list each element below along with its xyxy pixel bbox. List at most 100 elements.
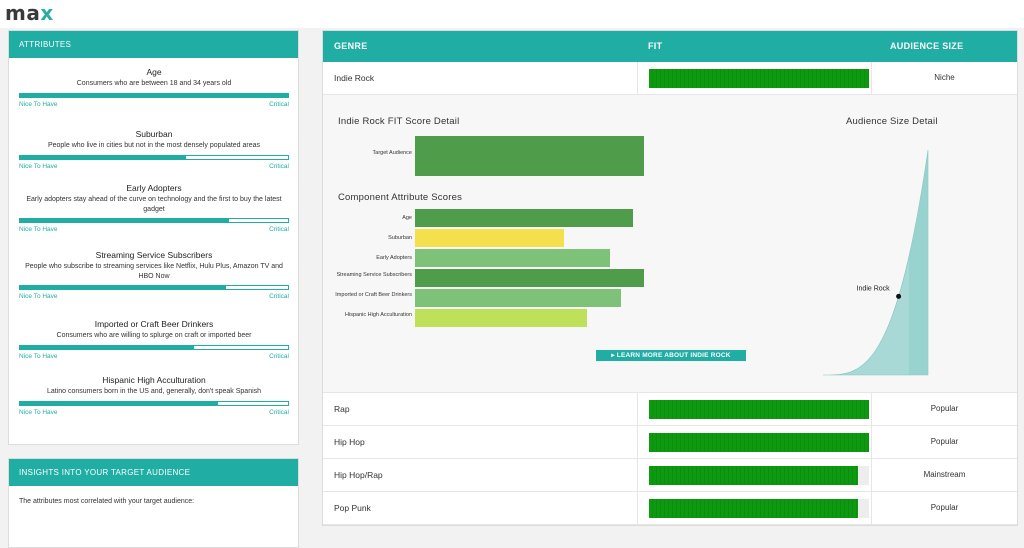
fit-column-header[interactable]: FIT — [648, 41, 662, 51]
bar-label: Imported or Craft Beer Drinkers — [335, 292, 412, 298]
attribute-title: Early Adopters — [126, 183, 182, 193]
attribute-description: People who live in cities but not in the… — [47, 142, 261, 149]
attribute-description: Consumers who are between 18 and 34 year… — [76, 80, 232, 87]
genre-name: Hip Hop — [334, 437, 365, 447]
attribute-description: Consumers who are willing to splurge on … — [56, 332, 252, 339]
component-scores-title: Component Attribute Scores — [338, 192, 463, 203]
genre-detail-panel: Indie Rock FIT Score Detail Component At… — [323, 95, 1017, 393]
importance-slider[interactable] — [19, 154, 289, 160]
audience-size-chart: Indie Rock — [823, 149, 929, 376]
audience-size: Popular — [930, 404, 959, 413]
bar-label: Suburban — [388, 235, 412, 241]
left-column: ATTRIBUTES Age Consumers who are between … — [8, 30, 299, 548]
attribute-item: Streaming Service Subscribers People who … — [19, 250, 289, 300]
fit-bar-fill — [649, 69, 869, 88]
fit-cell — [637, 393, 872, 425]
attributes-panel: ATTRIBUTES Age Consumers who are between … — [8, 30, 299, 445]
nice-to-have-label: Nice To Have — [19, 100, 58, 108]
fit-bar — [649, 400, 869, 419]
fit-bar-fill — [649, 466, 858, 485]
bar[interactable] — [415, 269, 644, 287]
logo-text: ma — [5, 1, 41, 25]
table-row[interactable]: Rap Popular — [323, 393, 1017, 426]
importance-slider[interactable] — [19, 92, 289, 98]
bar-label: Target Audience — [372, 150, 412, 156]
slider-labels: Nice To Have Critical — [19, 101, 289, 108]
genre-table: GENRE FIT AUDIENCE SIZE Indie Rock Niche… — [322, 30, 1018, 526]
attributes-panel-title: ATTRIBUTES — [9, 31, 298, 58]
table-row[interactable]: Hip Hop Popular — [323, 426, 1017, 459]
bar[interactable] — [415, 136, 644, 176]
fit-bar — [649, 433, 869, 452]
attribute-item: Hispanic High Acculturation Latino consum… — [19, 375, 289, 416]
genre-name: Indie Rock — [334, 73, 375, 83]
fit-cell — [637, 459, 872, 491]
bar[interactable] — [415, 249, 610, 267]
audience-detail-title: Audience Size Detail — [846, 116, 938, 127]
top-bar: max — [0, 0, 1024, 28]
logo-accent: x — [40, 1, 54, 25]
importance-slider[interactable] — [19, 344, 289, 350]
insights-text: The attributes most correlated with your… — [19, 498, 195, 505]
table-row-expanded[interactable]: Indie Rock Niche — [323, 62, 1017, 95]
audience-size: Mainstream — [923, 470, 966, 479]
insights-panel: INSIGHTS INTO YOUR TARGET AUDIENCE The a… — [8, 458, 299, 548]
attribute-title: Suburban — [135, 129, 173, 139]
audience-column-header[interactable]: AUDIENCE SIZE — [890, 41, 963, 51]
bar[interactable] — [415, 309, 587, 327]
learn-more-button[interactable]: ▸ LEARN MORE ABOUT INDIE ROCK — [596, 350, 746, 361]
attribute-description: People who subscribe to streaming servic… — [25, 263, 283, 280]
nice-to-have-label: Nice To Have — [19, 293, 58, 300]
attribute-title: Hispanic High Acculturation — [102, 375, 206, 385]
bar-label: Streaming Service Subscribers — [336, 272, 412, 278]
critical-label: Critical — [269, 293, 289, 300]
audience-size: Popular — [930, 437, 959, 446]
importance-slider-fill — [20, 345, 195, 349]
attribute-description: Early adopters stay ahead of the curve o… — [26, 196, 282, 213]
fit-bar — [649, 499, 869, 518]
slider-labels: Nice To Have Critical — [19, 226, 289, 233]
importance-slider[interactable] — [19, 285, 289, 290]
attribute-title: Streaming Service Subscribers — [95, 250, 213, 260]
importance-slider[interactable] — [19, 218, 289, 223]
importance-slider-fill — [20, 286, 227, 289]
genre-name: Pop Punk — [334, 503, 371, 513]
slider-labels: Nice To Have Critical — [19, 409, 289, 416]
importance-slider[interactable] — [19, 400, 289, 406]
attribute-item: Imported or Craft Beer Drinkers Consumers… — [19, 319, 289, 360]
fit-bar — [649, 466, 869, 485]
attribute-item: Suburban People who live in cities but no… — [19, 129, 289, 170]
fit-detail-title: Indie Rock FIT Score Detail — [338, 116, 460, 127]
audience-marker-label: Indie Rock — [857, 285, 891, 292]
bar[interactable] — [415, 229, 564, 247]
bar[interactable] — [415, 209, 633, 227]
app-logo[interactable]: max — [5, 1, 54, 25]
slider-labels: Nice To Have Critical — [19, 353, 289, 360]
nice-to-have-label: Nice To Have — [19, 226, 58, 233]
slider-labels: Nice To Have Critical — [19, 293, 289, 300]
fit-cell — [637, 426, 872, 458]
bar-label: Age — [402, 215, 412, 221]
fit-bar — [649, 69, 869, 88]
nice-to-have-label: Nice To Have — [19, 162, 58, 170]
genre-column-header[interactable]: GENRE — [334, 41, 368, 51]
genre-name: Rap — [334, 404, 350, 414]
bar[interactable] — [415, 289, 622, 307]
critical-label: Critical — [269, 408, 289, 416]
table-row[interactable]: Pop Punk Popular — [323, 492, 1017, 525]
importance-slider-fill — [20, 219, 230, 222]
critical-label: Critical — [269, 352, 289, 360]
importance-slider-fill — [20, 93, 288, 97]
fit-cell — [637, 62, 872, 94]
importance-slider-fill — [20, 155, 187, 159]
attribute-title: Age — [146, 67, 162, 77]
attribute-title: Imported or Craft Beer Drinkers — [94, 319, 214, 329]
fit-bar-fill — [649, 433, 869, 452]
bar-label: Early Adopters — [376, 255, 412, 261]
table-row[interactable]: Hip Hop/Rap Mainstream — [323, 459, 1017, 492]
attribute-description: Latino consumers born in the US and, gen… — [46, 388, 262, 395]
table-header: GENRE FIT AUDIENCE SIZE — [323, 31, 1017, 62]
fit-bar-fill — [649, 400, 869, 419]
audience-marker — [896, 293, 902, 299]
bar-label: Hispanic High Acculturation — [345, 312, 412, 318]
